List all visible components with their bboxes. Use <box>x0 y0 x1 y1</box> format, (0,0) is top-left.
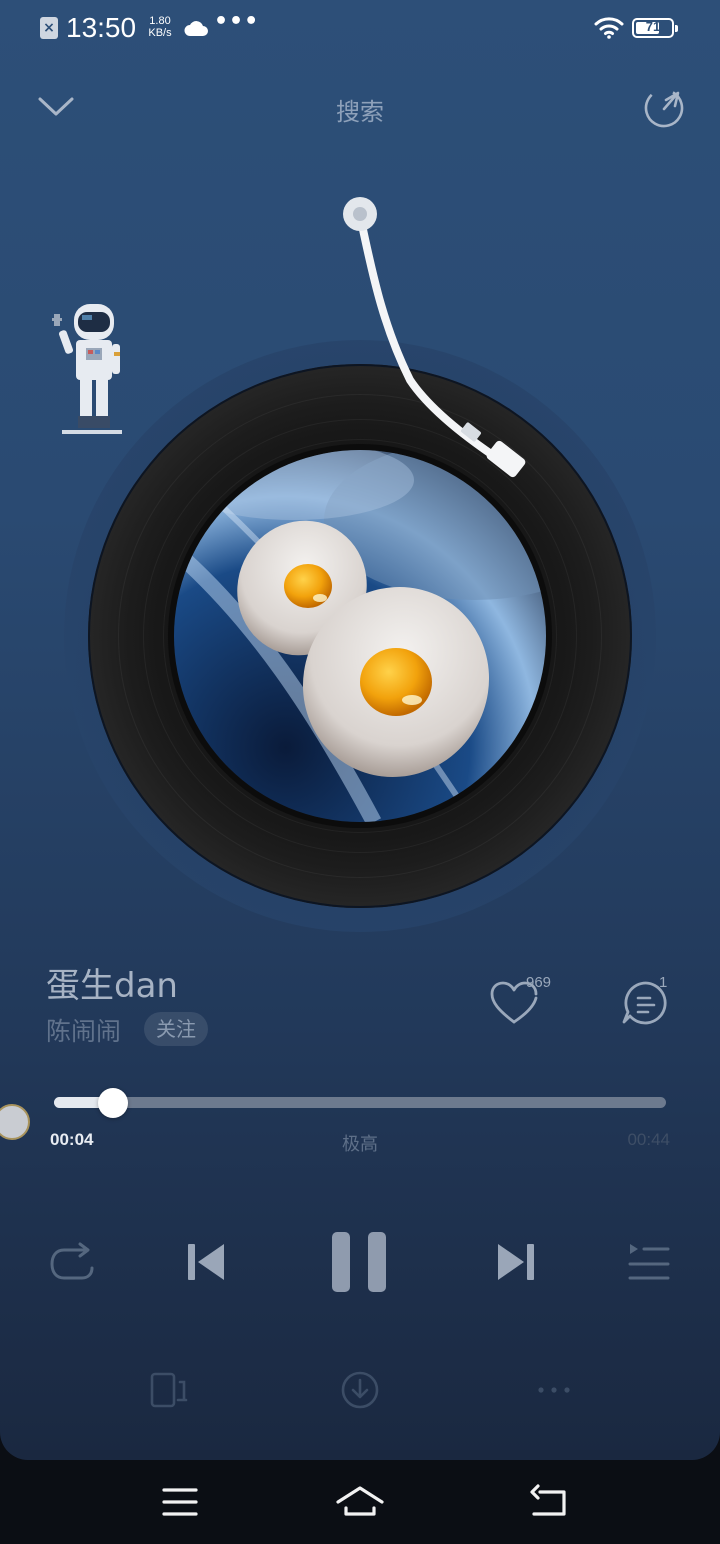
like-count: 969 <box>526 974 552 991</box>
astronaut-decoration <box>52 304 122 434</box>
pause-button[interactable] <box>330 1230 390 1294</box>
phone-screen: × 13:50 1.80 KB/s ••• 71 搜索 蛋生dan 陈闹闹 关注… <box>0 0 720 1544</box>
progress-bar[interactable] <box>54 1097 666 1108</box>
battery-level: 71 <box>645 19 661 34</box>
download-button[interactable] <box>340 1370 380 1410</box>
network-speed-unit: KB/s <box>148 27 172 39</box>
album-cover <box>174 450 546 822</box>
collapse-button[interactable] <box>36 92 76 122</box>
playlist-button[interactable] <box>626 1240 670 1284</box>
battery-indicator: 71 <box>632 18 678 38</box>
share-icon <box>644 88 684 128</box>
status-bar: × 13:50 1.80 KB/s ••• 71 <box>0 0 720 58</box>
more-icon <box>538 1387 570 1393</box>
notification-icon: × <box>40 17 58 39</box>
back-button[interactable] <box>518 1480 578 1524</box>
chevron-down-icon <box>38 97 74 116</box>
share-button[interactable] <box>642 86 686 130</box>
total-time: 00:44 <box>627 1130 670 1149</box>
home-button[interactable] <box>330 1480 390 1524</box>
more-button[interactable] <box>534 1378 574 1402</box>
download-icon <box>341 1371 379 1409</box>
progress-thumb[interactable] <box>98 1088 129 1118</box>
back-icon <box>530 1484 566 1516</box>
floating-ball[interactable] <box>0 1104 30 1140</box>
menu-icon <box>162 1488 198 1516</box>
song-title: 蛋生dan <box>46 966 178 1006</box>
follow-button[interactable]: 关注 <box>144 1012 208 1046</box>
network-speed-value: 1.80 <box>149 15 171 27</box>
wifi-icon <box>594 17 624 39</box>
music-player: × 13:50 1.80 KB/s ••• 71 搜索 蛋生dan 陈闹闹 关注… <box>0 0 720 1460</box>
playlist-icon <box>628 1244 670 1280</box>
menu-button[interactable] <box>150 1480 210 1524</box>
more-notifications-icon: ••• <box>214 9 260 34</box>
artist-name[interactable]: 陈闹闹 <box>46 1012 121 1048</box>
weather-cloud-icon <box>184 21 208 36</box>
skip-next-icon <box>498 1244 534 1280</box>
current-time: 00:04 <box>50 1130 94 1149</box>
skip-previous-icon <box>188 1244 224 1280</box>
repeat-icon <box>50 1242 94 1280</box>
network-speed: 1.80 KB/s <box>143 15 177 39</box>
device-button[interactable] <box>148 1370 190 1410</box>
next-button[interactable] <box>494 1240 536 1284</box>
system-nav-bar <box>0 1460 720 1544</box>
device-icon <box>150 1372 188 1408</box>
previous-button[interactable] <box>186 1240 228 1284</box>
pause-icon <box>332 1232 386 1292</box>
search-title[interactable]: 搜索 <box>260 92 460 127</box>
home-icon <box>336 1486 384 1516</box>
battery-nub <box>675 25 678 32</box>
status-time: 13:50 <box>66 12 137 43</box>
repeat-button[interactable] <box>46 1238 98 1286</box>
comment-button[interactable] <box>620 978 680 1028</box>
comment-count: 1 <box>659 974 668 991</box>
quality-selector[interactable]: 极高 <box>300 1130 420 1156</box>
